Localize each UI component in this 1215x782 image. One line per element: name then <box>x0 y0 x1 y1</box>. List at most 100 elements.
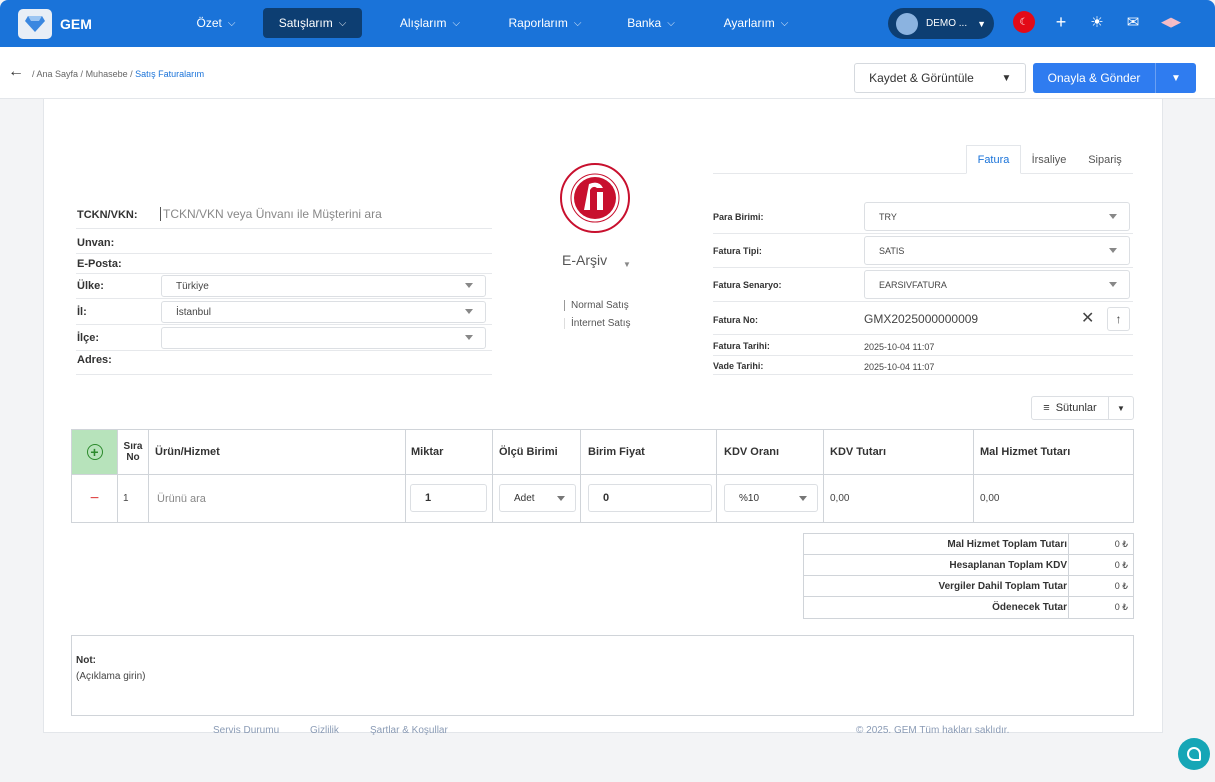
footer-service-link[interactable]: Servis Durumu <box>213 725 279 736</box>
carrefour-icon[interactable]: ◀▶ <box>1160 11 1182 33</box>
internet-sale-option[interactable]: İnternet Satış <box>564 318 630 329</box>
vat-rate-select[interactable]: %10 <box>724 484 818 512</box>
turkish-flag-icon[interactable]: ☾ <box>1013 11 1035 33</box>
note-box[interactable]: Not: (Açıklama girin) <box>71 635 1134 716</box>
divider <box>713 301 1133 302</box>
district-select[interactable] <box>161 327 486 349</box>
clear-icon[interactable]: ✕ <box>1081 308 1094 328</box>
unit-select[interactable]: Adet <box>499 484 576 512</box>
note-text[interactable]: (Açıklama girin) <box>76 671 145 682</box>
vat-rate-value: %10 <box>739 492 760 504</box>
back-arrow-icon[interactable]: ← <box>8 63 24 81</box>
divider <box>76 350 492 351</box>
divider <box>713 355 1133 356</box>
nav-raporlarim[interactable]: Raporlarım ⌵ <box>497 8 593 38</box>
columns-button[interactable]: ≡ Sütunlar <box>1031 396 1109 420</box>
remove-row-cell[interactable]: − <box>72 474 118 522</box>
chevron-down-icon: ⌵ <box>227 17 236 29</box>
breadcrumb: / Ana Sayfa / Muhasebe / Satış Faturalar… <box>32 69 205 79</box>
total-row: Mal Hizmet Toplam Tutarı 0 ₺ <box>804 534 1133 555</box>
brand-name: GEM <box>60 16 92 32</box>
row-sira: 1 <box>118 474 149 522</box>
nav-label: Ayarlarım <box>723 16 775 30</box>
unit-value: Adet <box>514 492 535 504</box>
footer-copyright: © 2025. GEM Tüm hakları saklıdır. <box>856 725 1010 736</box>
nav-ayarlarim[interactable]: Ayarlarım ⌵ <box>716 8 796 38</box>
sun-icon[interactable]: ☀ <box>1086 11 1108 33</box>
totals-table: Mal Hizmet Toplam Tutarı 0 ₺ Hesaplanan T… <box>803 533 1134 619</box>
due-date-value[interactable]: 2025-10-04 11:07 <box>864 362 934 372</box>
ulke-label: Ülke: <box>77 280 104 292</box>
nav-alislarim[interactable]: Alışlarım ⌵ <box>382 8 478 38</box>
breadcrumb-section[interactable]: Muhasebe / <box>86 69 133 79</box>
row-kdv-tutari: 0,00 <box>824 474 974 522</box>
breadcrumb-bar: ← / Ana Sayfa / Muhasebe / Satış Fatural… <box>0 47 1215 99</box>
tab-fatura[interactable]: Fatura <box>966 145 1021 174</box>
chat-bubble-icon[interactable] <box>1178 738 1210 770</box>
columns-dropdown-button[interactable]: ▼ <box>1108 396 1134 420</box>
approve-dropdown-button[interactable]: ▼ <box>1155 63 1196 93</box>
quantity-input[interactable]: 1 <box>410 484 487 512</box>
top-navbar: GEM Özet ⌵ Satışlarım ⌵ Alışlarım ⌵ Raporla… <box>0 0 1215 47</box>
dropdown-arrow-icon <box>1109 282 1117 287</box>
il-label: İl: <box>77 306 87 318</box>
nav-ozet[interactable]: Özet ⌵ <box>180 8 252 38</box>
total-value: 0 ₺ <box>1068 597 1133 618</box>
province-select[interactable]: İstanbul <box>161 301 486 323</box>
chevron-down-icon: ⌵ <box>667 17 675 29</box>
header-sira: Sıra No <box>118 430 149 474</box>
tab-irsaliye[interactable]: İrsaliye <box>1024 145 1074 174</box>
add-row-cell[interactable]: + <box>72 430 118 474</box>
dropdown-arrow-icon[interactable]: ▼ <box>623 260 631 269</box>
normal-sale-option[interactable]: Normal Satış <box>564 300 629 311</box>
unit-price-input[interactable]: 0 <box>588 484 712 512</box>
columns-label: Sütunlar <box>1055 402 1097 414</box>
invoice-no-value[interactable]: GMX2025000000009 <box>864 312 978 326</box>
save-view-button[interactable]: Kaydet & Görüntüle <box>854 63 989 93</box>
total-row: Vergiler Dahil Toplam Tutar 0 ₺ <box>804 576 1133 597</box>
invoice-type-value: SATIS <box>879 245 905 256</box>
country-select[interactable]: Türkiye <box>161 275 486 297</box>
footer-privacy-link[interactable]: Gizlilik <box>310 725 339 736</box>
tckn-label: TCKN/VKN: <box>77 209 138 221</box>
header-birim-fiyat: Birim Fiyat <box>581 430 717 474</box>
total-label: Mal Hizmet Toplam Tutarı <box>947 539 1067 550</box>
invoice-kind-select[interactable]: E-Arşiv <box>562 252 607 268</box>
breadcrumb-home[interactable]: Ana Sayfa / <box>37 69 84 79</box>
user-menu[interactable]: DEMO ... ▼ <box>888 8 994 39</box>
arrow-up-icon[interactable]: ↑ <box>1107 307 1130 331</box>
invoice-type-select[interactable]: SATIS <box>864 236 1130 265</box>
divider <box>713 374 1133 375</box>
adres-label: Adres: <box>77 354 112 366</box>
footer-terms-link[interactable]: Şartlar & Koşullar <box>370 725 448 736</box>
invoice-date-value[interactable]: 2025-10-04 11:07 <box>864 342 934 352</box>
mail-icon[interactable]: ✉ <box>1122 11 1144 33</box>
total-label: Hesaplanan Toplam KDV <box>949 560 1067 571</box>
gem-logo-icon <box>18 9 52 39</box>
breadcrumb-current: Satış Faturalarım <box>135 69 205 79</box>
scenario-select[interactable]: EARSIVFATURA <box>864 270 1130 299</box>
tab-siparis[interactable]: Sipariş <box>1082 145 1128 174</box>
currency-select[interactable]: TRY <box>864 202 1130 231</box>
chevron-down-icon: ⌵ <box>573 17 582 29</box>
note-label: Not: <box>76 655 96 666</box>
scenario-label: Fatura Senaryo: <box>713 280 782 290</box>
invoice-no-label: Fatura No: <box>713 315 758 325</box>
dropdown-arrow-icon <box>465 309 473 314</box>
nav-label: Raporlarım <box>508 16 568 30</box>
dropdown-arrow-icon <box>1109 248 1117 253</box>
header-urun: Ürün/Hizmet <box>149 430 406 474</box>
save-dropdown-button[interactable]: ▼ <box>988 63 1026 93</box>
brand-logo[interactable]: GEM <box>18 9 92 39</box>
customer-search-input[interactable]: TCKN/VKN veya Ünvanı ile Müşterini ara <box>160 207 382 221</box>
total-label: Vergiler Dahil Toplam Tutar <box>938 581 1067 592</box>
nav-banka[interactable]: Banka ⌵ <box>616 8 686 38</box>
unvan-label: Unvan: <box>77 237 115 249</box>
chat-icon <box>1187 747 1201 761</box>
approve-send-button[interactable]: Onayla & Gönder <box>1033 63 1155 93</box>
nav-satislarim[interactable]: Satışlarım ⌵ <box>263 8 362 38</box>
plus-icon[interactable]: + <box>1050 11 1072 33</box>
product-search-input[interactable]: Ürünü ara <box>149 474 406 522</box>
minus-icon[interactable]: − <box>90 490 99 508</box>
add-circle-icon[interactable]: + <box>86 444 103 460</box>
